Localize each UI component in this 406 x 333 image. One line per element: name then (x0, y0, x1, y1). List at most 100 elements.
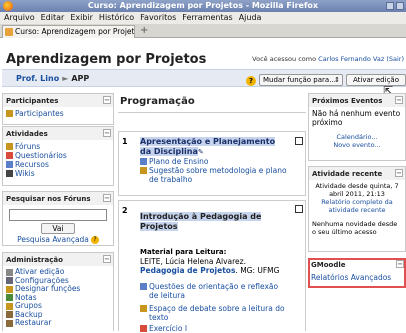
resource-link[interactable]: Questões de orientação e reflexão de lei… (149, 282, 288, 300)
upcoming-events-block: Próximos Eventos − Não há nenhum evento p… (308, 93, 406, 161)
tab-course[interactable]: Curso: Aprendizagem por Projet... (2, 25, 135, 38)
window-title: Curso: Aprendizagem por Projetos - Mozil… (87, 1, 319, 10)
block-title: Atividade recente (312, 170, 383, 178)
groups-icon (6, 302, 13, 310)
login-text: Você acessou como (252, 55, 317, 63)
assignment-link[interactable]: Exercício I (149, 324, 187, 333)
edit-pencil-icon[interactable]: ✎ (198, 148, 204, 156)
activity-forums[interactable]: Fóruns (15, 142, 40, 151)
divider (118, 112, 306, 113)
settings-icon (6, 277, 13, 285)
forum-link[interactable]: Sugestão sobre metodologia e plano de tr… (149, 166, 288, 184)
menu-arquivo[interactable]: Arquivo (4, 12, 35, 24)
login-info: Você acessou como Carlos Fernando Vaz (S… (252, 55, 404, 63)
block-title: Administração (6, 256, 63, 264)
collapse-icon[interactable]: − (395, 169, 403, 177)
help-icon[interactable]: ? (246, 76, 256, 86)
no-news-text: Nenhuma novidade desde o seu último aces… (312, 220, 398, 236)
backup-icon (6, 311, 13, 319)
section-number: 2 (122, 206, 128, 215)
grades-icon (6, 294, 13, 302)
block-title: Participantes (6, 97, 59, 105)
moodle-favicon-icon (5, 28, 13, 36)
page-title: Aprendizagem por Projetos (6, 52, 207, 67)
roles-icon (6, 285, 13, 293)
menu-exibir[interactable]: Exibir (70, 12, 93, 24)
people-icon (6, 110, 13, 117)
tab-label: Curso: Aprendizagem por Projet... (15, 27, 135, 36)
reading-source: . MG: UFMG (235, 266, 280, 275)
edit-icon (6, 268, 13, 276)
advanced-search-link[interactable]: Pesquisa Avançada (17, 235, 89, 244)
block-title: Próximos Eventos (312, 97, 383, 105)
new-tab-button[interactable]: + (140, 25, 148, 37)
menu-bar: Arquivo Editar Exibir Histórico Favorito… (0, 12, 406, 24)
reading-authors: LEITE, Lúcia Helena Alvarez. (140, 257, 246, 266)
section-checkbox[interactable] (295, 137, 303, 145)
recent-since: Atividade desde quinta, 7 abril 2011, 21… (315, 182, 399, 198)
breadcrumb-separator-icon: ► (62, 74, 69, 83)
role-select-value: Mudar função para... (263, 76, 336, 84)
collapse-icon[interactable]: − (103, 96, 111, 104)
search-go-button[interactable]: Vai (41, 223, 75, 234)
collapse-icon[interactable]: − (395, 96, 403, 104)
collapse-icon[interactable]: − (103, 255, 111, 263)
section-number: 1 (122, 137, 128, 146)
full-report-link[interactable]: Relatório completo da atividade recente (312, 198, 402, 214)
menu-ferramentas[interactable]: Ferramentas (182, 12, 232, 24)
document-icon (140, 283, 147, 290)
resource-icon (6, 161, 13, 168)
reading-title-link[interactable]: Pedagogia de Projetos (140, 266, 235, 275)
menu-ajuda[interactable]: Ajuda (239, 12, 262, 24)
participants-link[interactable]: Participantes (15, 109, 64, 118)
forum-icon (140, 305, 147, 312)
admin-restore[interactable]: Restaurar (15, 318, 51, 328)
breadcrumb-home[interactable]: Prof. Lino (16, 74, 59, 83)
menu-historico[interactable]: Histórico (99, 12, 134, 24)
forum-link[interactable]: Espaço de debate sobre a leitura do text… (149, 304, 288, 322)
activity-quizzes[interactable]: Questionários (15, 151, 67, 160)
forum-icon (6, 143, 13, 150)
quiz-icon (6, 152, 13, 159)
firefox-icon (3, 1, 13, 11)
window-controls (386, 2, 404, 10)
activity-wikis[interactable]: Wikis (15, 169, 35, 178)
edit-mode-button[interactable]: Ativar edição (346, 74, 406, 86)
forum-search-input[interactable] (9, 209, 107, 221)
activities-block: Atividades − Fóruns Questionários Recurso… (2, 126, 114, 186)
block-title: Atividades (6, 130, 48, 138)
navbar: Prof. Lino ► APP ? Mudar função para... ⇕ … (2, 69, 406, 87)
resource-link[interactable]: Plano de Ensino (149, 157, 209, 166)
section-1: 1 Apresentação e Planejamento da Discipl… (118, 131, 306, 196)
calendar-link[interactable]: Calendário... (312, 133, 402, 141)
minimize-button[interactable] (386, 2, 394, 10)
activity-resources[interactable]: Recursos (15, 160, 49, 169)
page-header: Aprendizagem por Projetos Você acessou c… (0, 39, 406, 69)
user-link[interactable]: Carlos Fernando Vaz (Sair) (318, 55, 404, 63)
new-event-link[interactable]: Novo evento... (312, 141, 402, 149)
collapse-icon[interactable]: − (103, 194, 111, 202)
document-icon (140, 158, 147, 165)
forum-search-block: Pesquisar nos Fóruns − Vai Pesquisa Avanç… (2, 191, 114, 246)
window-titlebar: Curso: Aprendizagem por Projetos - Mozil… (0, 0, 406, 12)
program-title: Programação (120, 96, 195, 107)
role-select[interactable]: Mudar função para... ⇕ (259, 74, 343, 86)
menu-editar[interactable]: Editar (41, 12, 65, 24)
block-title: Pesquisar nos Fóruns (6, 195, 91, 203)
reading-label: Material para Leitura: (140, 248, 227, 256)
highlight-callout (308, 258, 406, 288)
wiki-icon (6, 170, 13, 177)
recent-activity-block: Atividade recente − Atividade desde quint… (308, 166, 406, 252)
tab-bar: Curso: Aprendizagem por Projet... + (0, 24, 406, 38)
section-checkbox[interactable] (295, 205, 303, 213)
close-button[interactable] (396, 2, 404, 10)
menu-favoritos[interactable]: Favoritos (140, 12, 176, 24)
breadcrumb-current: APP (71, 74, 90, 83)
section-title: Apresentação e Planejamento da Disciplin… (140, 137, 276, 156)
select-arrow-icon: ⇕ (334, 76, 340, 84)
no-events-text: Não há nenhum evento próximo (312, 109, 401, 127)
collapse-icon[interactable]: − (103, 129, 111, 137)
help-icon[interactable]: ? (90, 235, 99, 244)
restore-icon (6, 319, 13, 327)
section-2: 2 Introdução à Pedagogia de Projetos Mat… (118, 200, 306, 333)
